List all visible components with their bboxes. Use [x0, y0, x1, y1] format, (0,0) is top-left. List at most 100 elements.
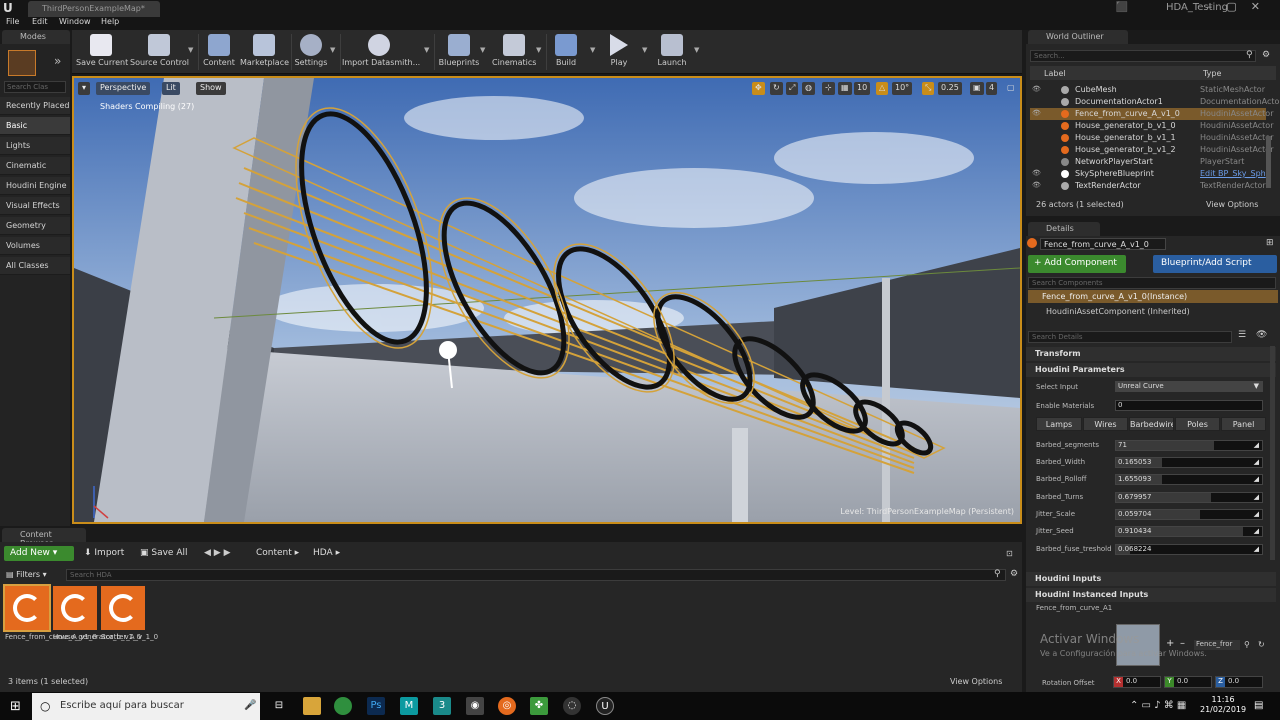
param-slider[interactable]: 71 ◢: [1115, 440, 1263, 451]
world-outliner-tab[interactable]: World Outliner: [1028, 30, 1128, 44]
tab-panel[interactable]: Panel: [1221, 417, 1266, 431]
outliner-view-options[interactable]: View Options: [1206, 200, 1258, 209]
add-component-button[interactable]: + Add Component: [1028, 255, 1126, 273]
reset-icon[interactable]: ◢: [1254, 545, 1259, 553]
details-scrollbar[interactable]: [1270, 346, 1275, 560]
save-current-button[interactable]: Save Current: [76, 32, 128, 72]
eye-icon[interactable]: 👁: [1032, 109, 1041, 117]
rotation-z-field[interactable]: Z 0.0: [1215, 676, 1263, 688]
param-slider[interactable]: 0.679957 ◢: [1115, 492, 1263, 503]
param-slider[interactable]: 0.059704 ◢: [1115, 509, 1263, 520]
reset-icon[interactable]: ◢: [1254, 510, 1259, 518]
rotation-y-field[interactable]: Y 0.0: [1164, 676, 1212, 688]
mode-cat-houdini-engine[interactable]: Houdini Engine: [0, 177, 70, 195]
reset-icon[interactable]: ◢: [1254, 493, 1259, 501]
menu-file[interactable]: File: [6, 17, 19, 26]
outliner-row[interactable]: House_generator_b_v1_2 HoudiniAssetActor: [1030, 144, 1274, 156]
task-view-icon[interactable]: ⊟: [270, 697, 288, 715]
camera-speed-icon[interactable]: ▣: [970, 82, 984, 95]
search-classes-input[interactable]: Search Clas: [4, 81, 66, 93]
viewport-options-dropdown[interactable]: ▾: [78, 82, 91, 95]
rotation-x-field[interactable]: X 0.0: [1113, 676, 1161, 688]
outliner-row[interactable]: NetworkPlayerStart PlayerStart: [1030, 156, 1266, 168]
mode-cat-all-classes[interactable]: All Classes: [0, 257, 70, 275]
transform-section[interactable]: Transform: [1026, 347, 1276, 361]
scale-snap-value[interactable]: 0.25: [938, 82, 962, 95]
unreal-taskbar-icon[interactable]: U: [596, 697, 614, 715]
rotate-tool-icon[interactable]: ↻: [770, 82, 783, 95]
modes-tab[interactable]: Modes: [2, 30, 70, 44]
param-slider[interactable]: 0.165053 ◢: [1115, 457, 1263, 468]
microphone-icon[interactable]: 🎤: [244, 700, 256, 711]
import-datasmith-button[interactable]: Import Datasmith...: [342, 32, 420, 72]
outliner-row[interactable]: House_generator_b_v1_0 HoudiniAssetActor: [1030, 120, 1274, 132]
lit-button[interactable]: Lit: [162, 82, 180, 95]
save-all-button[interactable]: ▣ Save All: [140, 548, 188, 558]
param-slider[interactable]: 0.068224 ◢: [1115, 544, 1263, 555]
search-icon[interactable]: ⚲: [1244, 640, 1250, 649]
window-controls[interactable]: –▢✕: [1207, 0, 1274, 13]
actor-name-field[interactable]: Fence_from_curve_A_v1_0: [1040, 238, 1166, 250]
list-view-icon[interactable]: ☰: [1238, 330, 1246, 340]
menu-edit[interactable]: Edit: [32, 17, 48, 26]
reset-icon[interactable]: ◢: [1254, 441, 1259, 449]
source-control-status-icon[interactable]: ⬛: [1116, 2, 1128, 13]
menu-help[interactable]: Help: [101, 17, 119, 26]
launch-button[interactable]: Launch: [654, 32, 690, 72]
app-icon[interactable]: ◌: [563, 697, 581, 715]
windows-start-icon[interactable]: ⊞: [10, 699, 21, 714]
houdini-taskbar-icon[interactable]: ◎: [498, 697, 516, 715]
menu-window[interactable]: Window: [59, 17, 91, 26]
content-browser-tab[interactable]: Content Browser: [2, 528, 86, 548]
content-settings-icon[interactable]: ⚙: [1010, 569, 1018, 579]
cinematics-dropdown-icon[interactable]: ▼: [536, 46, 541, 54]
eye-icon[interactable]: 👁: [1032, 181, 1041, 189]
chrome-icon[interactable]: [334, 697, 352, 715]
settings-button[interactable]: Settings: [294, 32, 328, 72]
tab-lamps[interactable]: Lamps: [1036, 417, 1082, 431]
search-details-input[interactable]: Search Details: [1028, 331, 1232, 343]
search-components-input[interactable]: Search Components: [1028, 277, 1276, 289]
taskbar-search-input[interactable]: Escribe aquí para buscar: [32, 693, 260, 720]
asset-tile[interactable]: Scatter_A_v_1_0: [101, 586, 158, 642]
mode-cat-visual-effects[interactable]: Visual Effects: [0, 197, 70, 215]
select-input-dropdown[interactable]: Unreal Curve ▼: [1115, 381, 1263, 392]
enable-materials-field[interactable]: 0: [1115, 400, 1263, 411]
col-type[interactable]: Type: [1203, 69, 1221, 78]
place-mode-icon[interactable]: [8, 50, 36, 76]
play-dropdown-icon[interactable]: ▼: [642, 46, 647, 54]
mode-cat-lights[interactable]: Lights: [0, 137, 70, 155]
content-search-input[interactable]: Search HDA: [66, 569, 1006, 581]
browse-icon[interactable]: ↻: [1258, 640, 1265, 649]
outliner-scrollbar[interactable]: [1266, 136, 1271, 188]
history-nav[interactable]: ◀ ▶ ▶: [204, 548, 231, 558]
show-button[interactable]: Show: [196, 82, 226, 95]
level-viewport[interactable]: ▾ Perspective Lit Show Shaders Compiling…: [72, 76, 1022, 524]
rotation-snap-icon[interactable]: △: [876, 82, 889, 95]
play-button[interactable]: Play: [602, 32, 636, 72]
path-content[interactable]: Content ▸: [256, 548, 299, 558]
build-button[interactable]: Build: [550, 32, 582, 72]
scale-snap-icon[interactable]: ⤡: [922, 82, 935, 95]
eye-icon[interactable]: 👁: [1256, 330, 1267, 340]
param-slider[interactable]: 1.655093 ◢: [1115, 474, 1263, 485]
content-button[interactable]: Content: [202, 32, 236, 72]
tab-wires[interactable]: Wires: [1083, 417, 1128, 431]
reset-icon[interactable]: ◢: [1254, 527, 1259, 535]
grid-snap-value[interactable]: 10: [854, 82, 871, 95]
asset-tile-selected[interactable]: Fence_from_curve_A_v1_0: [3, 584, 97, 642]
blueprint-add-script-button[interactable]: Blueprint/Add Script: [1153, 255, 1277, 273]
rotation-snap-value[interactable]: 10°: [892, 82, 913, 95]
notifications-icon[interactable]: ▤: [1254, 700, 1263, 711]
world-local-icon[interactable]: ◍: [802, 82, 815, 95]
asset-tile[interactable]: House_generator_b_v1_0: [53, 586, 141, 642]
cinematics-button[interactable]: Cinematics: [492, 32, 536, 72]
outliner-row[interactable]: 👁 CubeMesh StaticMeshActor: [1030, 84, 1266, 96]
blueprints-dropdown-icon[interactable]: ▼: [480, 46, 485, 54]
grid-snap-icon[interactable]: ▦: [838, 82, 852, 95]
import-button[interactable]: ⬇ Import: [84, 548, 124, 558]
launch-dropdown-icon[interactable]: ▼: [694, 46, 699, 54]
instance-object-dropdown[interactable]: Fence_fror: [1194, 640, 1240, 650]
eye-icon[interactable]: 👁: [1032, 85, 1041, 93]
filters-button[interactable]: ▤ Filters ▾: [6, 570, 47, 579]
